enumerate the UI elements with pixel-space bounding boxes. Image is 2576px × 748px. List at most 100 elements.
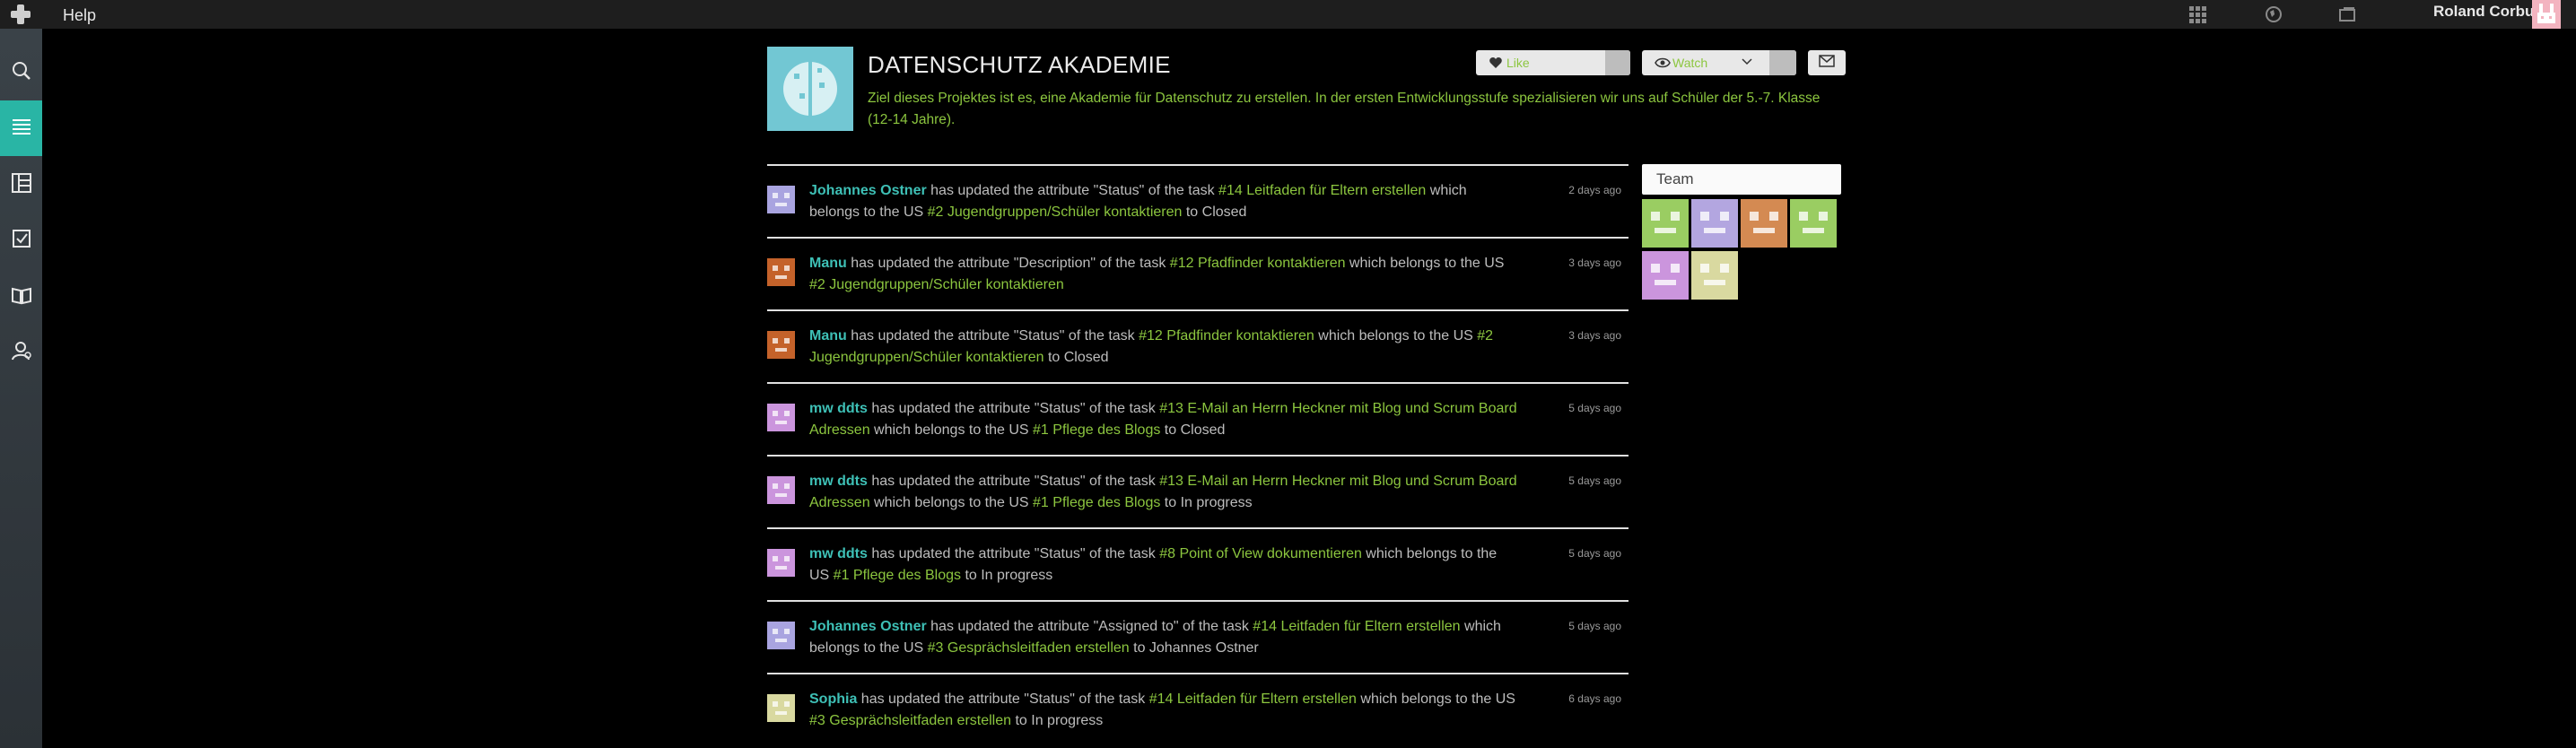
top-bar: Help Roland Corbu — [0, 0, 2576, 29]
user-story-link[interactable]: #3 Gesprächsleitfaden erstellen — [809, 713, 1011, 728]
team-member-avatar[interactable] — [1790, 199, 1837, 248]
sidebar-item-wiki[interactable] — [0, 269, 42, 325]
globe-icon[interactable] — [2263, 4, 2284, 25]
timeline-text: Manu has updated the attribute "Status" … — [809, 326, 1518, 369]
timeline-text-fragment: has updated the attribute "Assigned to" … — [926, 619, 1253, 634]
team-member-avatar[interactable] — [1642, 251, 1689, 300]
timestamp: 3 days ago — [1568, 257, 1621, 269]
user-avatar[interactable] — [767, 694, 795, 722]
timeline-text: Johannes Ostner has updated the attribut… — [809, 616, 1518, 659]
team-header: Team — [1642, 164, 1841, 195]
project-title: DATENSCHUTZ AKADEMIE — [868, 51, 1171, 78]
task-link[interactable]: #14 Leitfaden für Eltern erstellen — [1149, 691, 1357, 707]
user-avatar[interactable] — [767, 476, 795, 504]
timeline-entry: Sophia has updated the attribute "Status… — [767, 673, 1629, 745]
task-link[interactable]: #12 Pfadfinder kontaktieren — [1139, 328, 1314, 344]
search-icon — [10, 59, 33, 87]
team-member-avatar[interactable] — [1691, 199, 1738, 248]
user-link[interactable]: mw ddts — [809, 546, 868, 561]
timeline-text-fragment: to In progress — [961, 568, 1053, 583]
user-avatar[interactable] — [2532, 0, 2561, 29]
team-member-avatar[interactable] — [1642, 199, 1689, 248]
user-avatar[interactable] — [767, 549, 795, 577]
timeline-entry: Johannes Ostner has updated the attribut… — [767, 600, 1629, 673]
user-avatar[interactable] — [767, 258, 795, 286]
user-name[interactable]: Roland Corbu — [2433, 3, 2534, 21]
user-avatar[interactable] — [767, 622, 795, 649]
timeline-text-fragment: has updated the attribute "Status" of th… — [867, 474, 1160, 489]
user-link[interactable]: Manu — [809, 256, 847, 271]
notifications-icon[interactable] — [2336, 4, 2358, 25]
timeline-entry: mw ddts has updated the attribute "Statu… — [767, 527, 1629, 600]
sidebar-item-team[interactable] — [0, 325, 42, 380]
team-member-avatar[interactable] — [1691, 251, 1738, 300]
team-title: Team — [1656, 170, 1694, 187]
watch-count — [1769, 50, 1796, 75]
project-description: Ziel dieses Projektes ist es, eine Akade… — [868, 91, 1821, 127]
task-link[interactable]: #12 Pfadfinder kontaktieren — [1170, 256, 1346, 271]
watch-label: Watch — [1672, 56, 1708, 70]
timeline-entry: Manu has updated the attribute "Descript… — [767, 237, 1629, 309]
timeline-text-fragment: to Johannes Ostner — [1129, 640, 1259, 656]
user-link[interactable]: mw ddts — [809, 474, 868, 489]
timeline-text-fragment: which belongs to the US — [869, 495, 1034, 510]
user-story-link[interactable]: #1 Pflege des Blogs — [1033, 495, 1160, 510]
user-avatar[interactable] — [767, 331, 795, 359]
user-link[interactable]: Sophia — [809, 691, 857, 707]
timeline-text: mw ddts has updated the attribute "Statu… — [809, 471, 1518, 514]
timeline-text: Johannes Ostner has updated the attribut… — [809, 180, 1518, 223]
backlog-icon — [10, 171, 33, 199]
timeline-text-fragment: to Closed — [1043, 350, 1109, 365]
task-link[interactable]: #14 Leitfaden für Eltern erstellen — [1218, 183, 1426, 198]
sidebar-item-issues[interactable] — [0, 213, 42, 268]
help-link[interactable]: Help — [63, 6, 96, 25]
chevron-down-icon[interactable] — [1741, 56, 1753, 73]
timeline-text-fragment: which belongs to the US — [869, 422, 1034, 438]
timeline-text: Manu has updated the attribute "Descript… — [809, 253, 1518, 296]
task-link[interactable]: #8 Point of View dokumentieren — [1159, 546, 1362, 561]
user-story-link[interactable]: #2 Jugendgruppen/Schüler kontaktieren — [809, 277, 1064, 292]
timeline-text-fragment: has updated the attribute "Status" of th… — [867, 401, 1160, 416]
timestamp: 6 days ago — [1568, 692, 1621, 705]
main-sidebar — [0, 29, 42, 748]
sidebar-item-timeline[interactable] — [0, 100, 42, 156]
task-link[interactable]: #14 Leitfaden für Eltern erstellen — [1253, 619, 1460, 634]
timestamp: 3 days ago — [1568, 329, 1621, 342]
user-story-link[interactable]: #2 Jugendgruppen/Schüler kontaktieren — [928, 204, 1183, 220]
user-link[interactable]: Johannes Ostner — [809, 183, 927, 198]
like-button[interactable]: Like — [1476, 50, 1630, 75]
projects-grid-icon[interactable] — [2187, 4, 2208, 25]
timeline-entry: Johannes Ostner has updated the attribut… — [767, 164, 1629, 237]
user-link[interactable]: Manu — [809, 328, 847, 344]
timeline-entry: mw ddts has updated the attribute "Statu… — [767, 455, 1629, 527]
user-story-link[interactable]: #3 Gesprächsleitfaden erstellen — [928, 640, 1130, 656]
team-member-avatar[interactable] — [1741, 199, 1787, 248]
timeline-text-fragment: which belongs to the US — [1314, 328, 1478, 344]
user-link[interactable]: Johannes Ostner — [809, 619, 927, 634]
timestamp: 5 days ago — [1568, 402, 1621, 414]
timeline-text-fragment: has updated the attribute "Description" … — [846, 256, 1170, 271]
top-icons — [2187, 4, 2366, 25]
user-avatar[interactable] — [767, 186, 795, 213]
timeline-entry: mw ddts has updated the attribute "Statu… — [767, 382, 1629, 455]
user-avatar[interactable] — [767, 404, 795, 431]
contact-button[interactable] — [1808, 50, 1846, 75]
timeline-text: Sophia has updated the attribute "Status… — [809, 689, 1518, 732]
timestamp: 5 days ago — [1568, 547, 1621, 560]
sidebar-item-search[interactable] — [0, 45, 42, 100]
watch-button[interactable]: Watch — [1642, 50, 1796, 75]
user-story-link[interactable]: #1 Pflege des Blogs — [1033, 422, 1160, 438]
user-link[interactable]: mw ddts — [809, 401, 868, 416]
project-avatar — [767, 47, 853, 131]
sidebar-item-backlog[interactable] — [0, 157, 42, 213]
timestamp: 5 days ago — [1568, 474, 1621, 487]
user-story-link[interactable]: #1 Pflege des Blogs — [834, 568, 961, 583]
timeline-entry: Manu has updated the attribute "Status" … — [767, 309, 1629, 382]
timeline-text: mw ddts has updated the attribute "Statu… — [809, 398, 1518, 441]
taiga-logo-icon[interactable] — [8, 2, 33, 27]
timeline-text-fragment: to Closed — [1182, 204, 1247, 220]
timeline-text-fragment: which belongs to the US — [1345, 256, 1505, 271]
wiki-icon — [10, 283, 33, 311]
timeline-icon — [10, 115, 33, 143]
timeline-text-fragment: to Closed — [1160, 422, 1226, 438]
